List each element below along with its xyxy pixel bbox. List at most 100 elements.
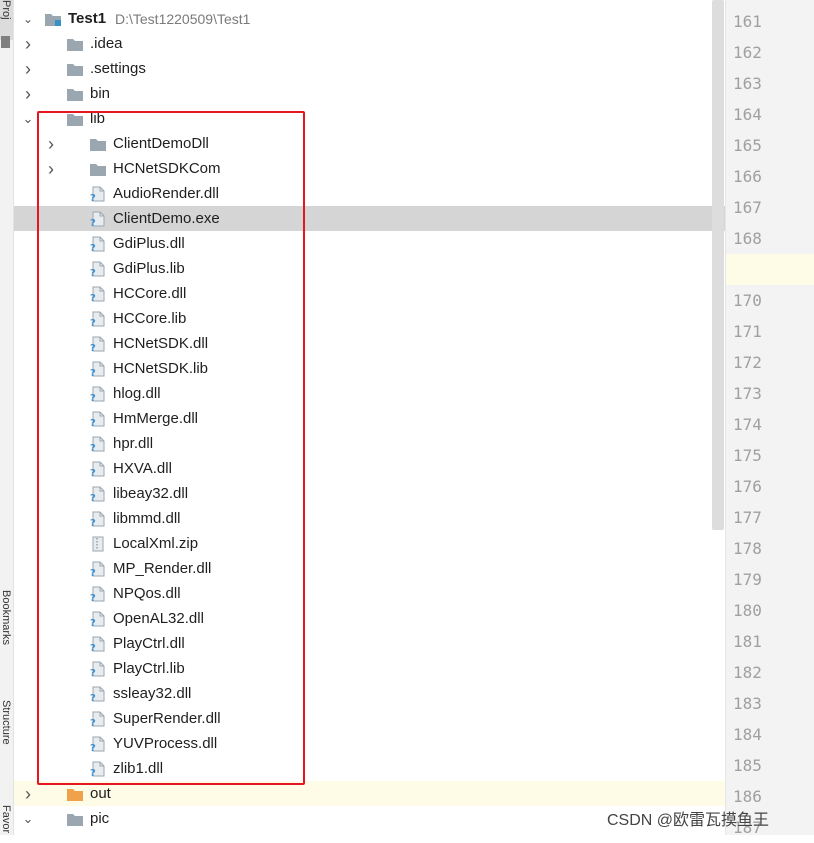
tree-item-label: HCNetSDK.dll	[113, 335, 209, 352]
tree-file-row[interactable]: ? YUVProcess.dll	[14, 731, 725, 756]
archive-file-icon	[92, 536, 104, 551]
tree-folder-row[interactable]: › HCNetSDKCom	[14, 156, 725, 181]
tree-item-label: YUVProcess.dll	[113, 735, 218, 752]
line-number: 180	[733, 601, 762, 620]
tree-file-row[interactable]: ? PlayCtrl.lib	[14, 656, 725, 681]
line-number: 172	[733, 353, 762, 372]
folder-icon	[90, 138, 106, 151]
chevron-right-icon[interactable]: ›	[45, 135, 57, 153]
root-project-name: Test1	[68, 10, 107, 27]
tree-file-row[interactable]: ? HCCore.lib	[14, 306, 725, 331]
tree-file-row[interactable]: ? HCCore.dll	[14, 281, 725, 306]
tree-file-row[interactable]: ? HmMerge.dll	[14, 406, 725, 431]
tree-item-label: HmMerge.dll	[113, 410, 199, 427]
unknown-file-icon: ?	[90, 661, 105, 677]
chevron-right-icon[interactable]: ›	[45, 160, 57, 178]
unknown-file-icon: ?	[90, 186, 105, 202]
line-number: 174	[733, 415, 762, 434]
tree-file-row[interactable]: ? libmmd.dll	[14, 506, 725, 531]
tree-folder-row[interactable]: › ClientDemoDll	[14, 131, 725, 156]
chevron-right-icon[interactable]: ›	[22, 85, 34, 103]
folder-icon	[67, 88, 83, 101]
root-project-path: D:\Test1220509\Test1	[115, 10, 251, 27]
tree-file-row[interactable]: ? SuperRender.dll	[14, 706, 725, 731]
tree-file-row[interactable]: ? GdiPlus.lib	[14, 256, 725, 281]
line-number: 161	[733, 12, 762, 31]
tree-item-label: hlog.dll	[113, 385, 161, 402]
svg-text:?: ?	[90, 393, 96, 402]
unknown-file-icon: ?	[90, 211, 105, 227]
chevron-down-icon[interactable]: ⌄	[22, 13, 34, 25]
favorites-tab-label: Favor	[0, 805, 12, 834]
tree-item-label: ClientDemoDll	[113, 135, 209, 152]
svg-text:?: ?	[90, 593, 96, 602]
tree-file-row[interactable]: ? HCNetSDK.lib	[14, 356, 725, 381]
line-number: 164	[733, 105, 762, 124]
unknown-file-icon: ?	[90, 736, 105, 752]
tree-file-row[interactable]: ? HCNetSDK.dll	[14, 331, 725, 356]
tree-file-row[interactable]: ? OpenAL32.dll	[14, 606, 725, 631]
unknown-file-icon: ?	[90, 411, 105, 427]
tree-folder-row[interactable]: › bin	[14, 81, 725, 106]
tree-file-row[interactable]: ? hlog.dll	[14, 381, 725, 406]
tree-file-row[interactable]: ? PlayCtrl.dll	[14, 631, 725, 656]
tree-item-label: bin	[90, 85, 111, 102]
folder-icon	[67, 63, 83, 76]
bookmarks-tool-tab[interactable]: Bookmarks	[0, 590, 13, 680]
project-tool-tab[interactable]: Proj	[0, 0, 13, 40]
tree-file-row[interactable]: ? GdiPlus.dll	[14, 231, 725, 256]
line-number: 184	[733, 725, 762, 744]
tree-folder-row[interactable]: › .settings	[14, 56, 725, 81]
svg-text:?: ?	[90, 293, 96, 302]
tree-item-label: HCNetSDKCom	[113, 160, 221, 177]
svg-text:?: ?	[90, 318, 96, 327]
tree-file-row[interactable]: ? libeay32.dll	[14, 481, 725, 506]
tree-root-row[interactable]: ⌄ Test1 D:\Test1220509\Test1	[14, 6, 725, 31]
tree-item-label: out	[90, 785, 111, 802]
tree-item-label: SuperRender.dll	[113, 710, 221, 727]
tree-folder-row[interactable]: › out	[14, 781, 725, 806]
tree-file-row[interactable]: ? NPQos.dll	[14, 581, 725, 606]
svg-text:?: ?	[90, 468, 96, 477]
tree-scrollbar[interactable]	[712, 0, 724, 530]
tree-file-row[interactable]: ? AudioRender.dll	[14, 181, 725, 206]
tree-file-row[interactable]: ? hpr.dll	[14, 431, 725, 456]
unknown-file-icon: ?	[90, 586, 105, 602]
editor-gutter: 1611621631641651661671681691701711721731…	[725, 0, 814, 837]
tree-file-row[interactable]: ? MP_Render.dll	[14, 556, 725, 581]
tree-item-label: ssleay32.dll	[113, 685, 192, 702]
svg-text:?: ?	[90, 243, 96, 252]
tree-folder-row[interactable]: › .idea	[14, 31, 725, 56]
unknown-file-icon: ?	[90, 336, 105, 352]
tree-file-row[interactable]: ? HXVA.dll	[14, 456, 725, 481]
tree-file-row[interactable]: LocalXml.zip	[14, 531, 725, 556]
structure-tool-tab[interactable]: Structure	[0, 700, 13, 790]
chevron-right-icon[interactable]: ›	[22, 785, 34, 803]
tree-file-row[interactable]: ? zlib1.dll	[14, 756, 725, 781]
structure-tab-label: Structure	[0, 700, 12, 745]
svg-text:?: ?	[90, 268, 96, 277]
chevron-right-icon[interactable]: ›	[22, 35, 34, 53]
tree-file-row[interactable]: ? ssleay32.dll	[14, 681, 725, 706]
chevron-down-icon[interactable]: ⌄	[22, 112, 34, 125]
line-number: 179	[733, 570, 762, 589]
chevron-down-icon[interactable]: ⌄	[22, 812, 34, 825]
tree-folder-row[interactable]: ⌄ lib	[14, 106, 725, 131]
svg-text:?: ?	[90, 218, 96, 227]
line-number: 176	[733, 477, 762, 496]
tree-item-label: HXVA.dll	[113, 460, 172, 477]
line-number: 178	[733, 539, 762, 558]
tree-item-label: GdiPlus.dll	[113, 235, 185, 252]
svg-text:?: ?	[90, 768, 96, 777]
tree-item-label: pic	[90, 810, 110, 827]
chevron-right-icon[interactable]: ›	[22, 60, 34, 78]
svg-text:?: ?	[90, 343, 96, 352]
folder-icon	[67, 813, 83, 826]
tree-item-label: libmmd.dll	[113, 510, 181, 527]
excluded-folder-icon	[67, 788, 83, 801]
unknown-file-icon: ?	[90, 261, 105, 277]
favorites-tool-tab[interactable]: Favor	[0, 805, 13, 835]
svg-text:?: ?	[90, 193, 96, 202]
project-tab-label: Proj	[0, 0, 12, 20]
tree-file-row[interactable]: ? ClientDemo.exe	[14, 206, 725, 231]
